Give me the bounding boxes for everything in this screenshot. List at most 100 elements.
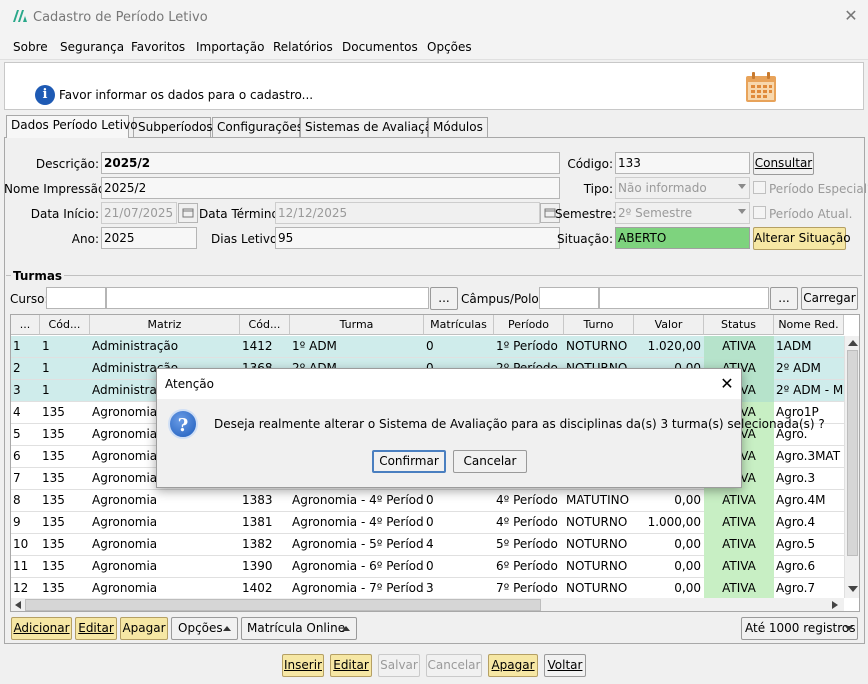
table-cell: Agro.6: [776, 559, 816, 573]
table-cell: Agronomia: [92, 559, 158, 573]
grid-column-header[interactable]: Turma: [290, 315, 424, 335]
table-cell: ATIVA: [704, 490, 774, 512]
voltar-button[interactable]: Voltar: [544, 654, 586, 677]
table-cell: 0,00: [674, 493, 701, 507]
horizontal-scroll-thumb[interactable]: [25, 599, 541, 611]
salvar-button[interactable]: Salvar: [378, 654, 420, 677]
campus-search-button[interactable]: ...: [770, 287, 798, 310]
grid-column-header[interactable]: Nome Red.: [774, 315, 844, 335]
table-cell: 0: [426, 339, 434, 353]
nome-impressao-field[interactable]: 2025/2: [101, 177, 560, 199]
grid-column-header[interactable]: Status: [704, 315, 774, 335]
dialog-title-bar: Atenção: [157, 369, 741, 399]
table-cell: 1383: [242, 493, 273, 507]
grid-column-header[interactable]: Turno: [564, 315, 634, 335]
dias-letivos-field[interactable]: 95: [275, 227, 560, 249]
app-logo-icon: [13, 10, 27, 22]
table-row[interactable]: 11 135 Agronomia 1390 Agronomia - 6º Período…: [11, 556, 844, 578]
table-cell: 1382: [242, 537, 273, 551]
table-cell: Agro.5: [776, 537, 816, 551]
table-cell: Agronomia - 4º Períod...: [292, 515, 424, 529]
grid-editar-button[interactable]: Editar: [75, 617, 117, 640]
ano-field[interactable]: 2025: [101, 227, 197, 249]
table-row[interactable]: 9 135 Agronomia 1381 Agronomia - 4º Períod..…: [11, 512, 844, 534]
table-cell: Agro.3: [776, 471, 816, 485]
scroll-down-icon[interactable]: [848, 586, 858, 592]
curso-search-button[interactable]: ...: [430, 287, 458, 310]
horizontal-scrollbar[interactable]: [11, 598, 844, 611]
table-cell: 9: [13, 515, 21, 529]
editar-button[interactable]: Editar: [330, 654, 372, 677]
table-row[interactable]: 8 135 Agronomia 1383 Agronomia - 4º Períod..…: [11, 490, 844, 512]
vertical-scrollbar[interactable]: [844, 336, 859, 598]
grid-column-header[interactable]: Matriz: [90, 315, 240, 335]
carregar-button[interactable]: Carregar: [801, 287, 858, 310]
table-cell: 6: [13, 449, 21, 463]
confirmar-button[interactable]: Confirmar: [372, 450, 446, 473]
tab-subperiodos[interactable]: Subperíodos: [133, 117, 213, 137]
tab-sistemas-de-avaliacao[interactable]: Sistemas de Avaliação: [300, 117, 440, 137]
menu-importacao[interactable]: Importação: [196, 40, 264, 54]
grid-column-header[interactable]: Matrículas: [424, 315, 494, 335]
scroll-left-icon[interactable]: [15, 601, 21, 609]
menu-favoritos[interactable]: Favoritos: [131, 40, 185, 54]
curso-name-field[interactable]: [106, 287, 429, 309]
question-icon: ?: [168, 409, 198, 439]
grid-apagar-button[interactable]: Apagar: [120, 617, 168, 640]
table-cell: Agro.3MAT: [776, 449, 841, 463]
campus-name-field[interactable]: [599, 287, 769, 309]
table-cell: 1412: [242, 339, 273, 353]
semestre-select[interactable]: 2º Semestre: [615, 202, 750, 224]
grid-column-header[interactable]: Cód...: [40, 315, 90, 335]
dialog-cancelar-button[interactable]: Cancelar: [453, 450, 527, 473]
close-icon[interactable]: ✕: [842, 6, 860, 26]
vertical-scroll-thumb[interactable]: [847, 350, 858, 556]
table-cell: 135: [42, 515, 65, 529]
tab-configuracoes[interactable]: Configurações: [212, 117, 303, 137]
data-inicio-field[interactable]: 21/07/2025: [101, 202, 177, 224]
table-cell: 5: [13, 427, 21, 441]
table-row[interactable]: 1 1 Administração 1412 1º ADM 0 1º Período NOTU…: [11, 336, 844, 358]
apagar-button[interactable]: Apagar: [488, 654, 538, 677]
tab-modulos[interactable]: Módulos: [428, 117, 488, 137]
menu-opcoes[interactable]: Opções: [427, 40, 472, 54]
tab-dados-periodo-letivo[interactable]: Dados Período Letivo: [6, 115, 138, 138]
table-cell: 8: [13, 493, 21, 507]
data-inicio-label: Data Início:: [30, 207, 99, 221]
tipo-value: Não informado: [618, 181, 707, 195]
menu-relatorios[interactable]: Relatórios: [273, 40, 333, 54]
codigo-field[interactable]: 133: [615, 152, 750, 174]
curso-code-field[interactable]: [46, 287, 106, 309]
limite-registros-select[interactable]: Até 1000 registros: [741, 617, 858, 640]
opcoes-dropdown-button[interactable]: Opções: [171, 617, 238, 640]
menu-sobre[interactable]: Sobre: [13, 40, 48, 54]
inserir-button[interactable]: Inserir: [282, 654, 324, 677]
opcoes-label: Opções: [178, 621, 223, 635]
consultar-button[interactable]: Consultar: [753, 152, 814, 175]
tipo-select[interactable]: Não informado: [615, 177, 750, 199]
table-cell: 1402: [242, 581, 273, 595]
menu-documentos[interactable]: Documentos: [342, 40, 418, 54]
dialog-close-icon[interactable]: ✕: [717, 373, 737, 395]
adicionar-button[interactable]: Adicionar: [11, 617, 72, 640]
periodo-atual-checkbox[interactable]: [753, 206, 766, 219]
grid-column-header[interactable]: Valor: [634, 315, 704, 335]
table-row[interactable]: 10 135 Agronomia 1382 Agronomia - 5º Período…: [11, 534, 844, 556]
table-cell: 7º Período: [496, 581, 558, 595]
campus-code-field[interactable]: [539, 287, 599, 309]
table-row[interactable]: 12 135 Agronomia 1402 Agronomia - 7º Período…: [11, 578, 844, 600]
alterar-situacao-button[interactable]: Alterar Situação: [753, 227, 851, 250]
data-inicio-calendar-icon[interactable]: [178, 203, 198, 223]
periodo-especial-checkbox[interactable]: [753, 181, 766, 194]
scroll-right-icon[interactable]: [832, 601, 838, 609]
cancelar-button[interactable]: Cancelar: [426, 654, 482, 677]
matricula-online-dropdown-button[interactable]: Matrícula Online: [241, 617, 357, 640]
scroll-up-icon[interactable]: [848, 340, 858, 346]
grid-column-header[interactable]: Período: [494, 315, 564, 335]
menu-seguranca[interactable]: Segurança: [60, 40, 124, 54]
grid-column-header[interactable]: ...: [11, 315, 40, 335]
table-cell: 4: [426, 537, 434, 551]
grid-column-header[interactable]: Cód...: [240, 315, 290, 335]
data-termino-field[interactable]: 12/12/2025: [275, 202, 540, 224]
descricao-field[interactable]: 2025/2: [101, 152, 560, 174]
